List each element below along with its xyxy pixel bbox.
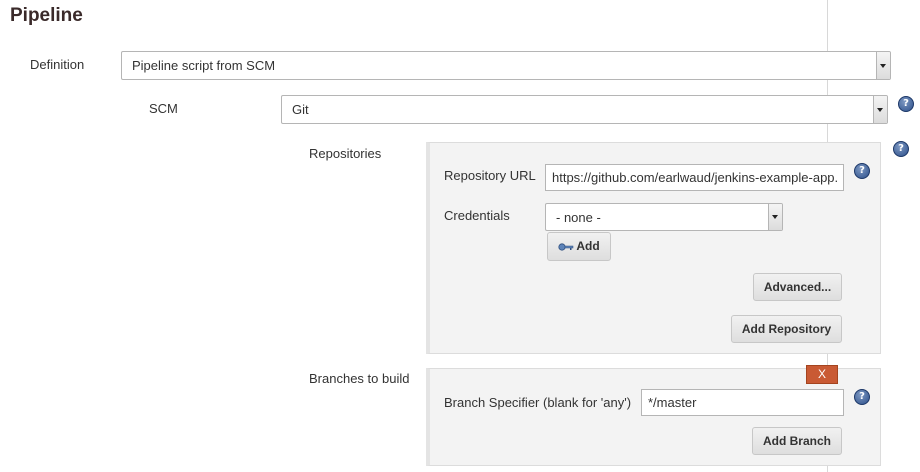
definition-label: Definition: [30, 57, 85, 72]
definition-select-value: Pipeline script from SCM: [132, 58, 276, 73]
credentials-select[interactable]: - none -: [545, 203, 783, 231]
repository-url-input[interactable]: https://github.com/earlwaud/jenkins-exam…: [545, 164, 844, 191]
branch-specifier-label: Branch Specifier (blank for 'any'): [444, 395, 632, 410]
help-icon[interactable]: ?: [893, 141, 909, 157]
advanced-button[interactable]: Advanced...: [753, 273, 842, 301]
credentials-label: Credentials: [444, 208, 510, 223]
branches-label: Branches to build: [309, 371, 410, 386]
repository-url-label: Repository URL: [444, 168, 536, 183]
section-title: Pipeline: [10, 5, 83, 26]
chevron-down-icon: [768, 204, 782, 230]
chevron-down-icon: [873, 96, 887, 123]
help-icon[interactable]: ?: [854, 163, 870, 179]
scm-label: SCM: [149, 101, 178, 116]
definition-select[interactable]: Pipeline script from SCM: [121, 51, 891, 80]
add-repository-button[interactable]: Add Repository: [731, 315, 842, 343]
add-credentials-label: Add: [576, 239, 600, 253]
chevron-down-icon: [876, 52, 890, 79]
credentials-select-value: - none -: [556, 210, 601, 225]
key-icon: [558, 243, 574, 251]
delete-branch-button[interactable]: X: [806, 365, 838, 384]
help-icon[interactable]: ?: [854, 389, 870, 405]
help-icon[interactable]: ?: [898, 96, 914, 112]
add-credentials-button[interactable]: Add: [547, 232, 611, 261]
branch-specifier-input[interactable]: */master: [641, 389, 844, 416]
scm-select-value: Git: [292, 102, 309, 117]
add-branch-button[interactable]: Add Branch: [752, 427, 842, 455]
scm-select[interactable]: Git: [281, 95, 888, 124]
repositories-label: Repositories: [309, 146, 382, 161]
